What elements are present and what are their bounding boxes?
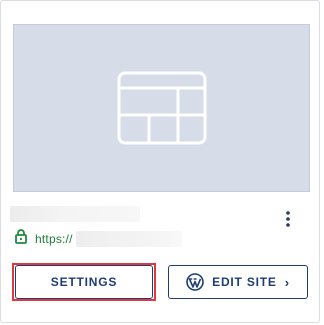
edit-site-button-label: EDIT SITE — [212, 275, 277, 289]
site-url-link[interactable]: https:// — [35, 232, 73, 246]
site-url-redacted — [75, 231, 182, 247]
more-options-icon[interactable] — [279, 209, 297, 229]
site-card: https:// SETTINGS EDIT SITE › — [0, 0, 320, 323]
site-url-row: https:// — [15, 229, 182, 249]
chevron-right-icon: › — [284, 274, 290, 290]
lock-icon — [15, 229, 27, 249]
site-thumbnail[interactable] — [13, 24, 310, 192]
settings-button-label: SETTINGS — [50, 275, 118, 289]
settings-button[interactable]: SETTINGS — [15, 265, 153, 299]
wordpress-icon — [186, 273, 204, 291]
edit-site-button[interactable]: EDIT SITE › — [168, 265, 308, 299]
site-name-redacted — [10, 206, 140, 222]
layout-template-icon — [117, 71, 207, 145]
